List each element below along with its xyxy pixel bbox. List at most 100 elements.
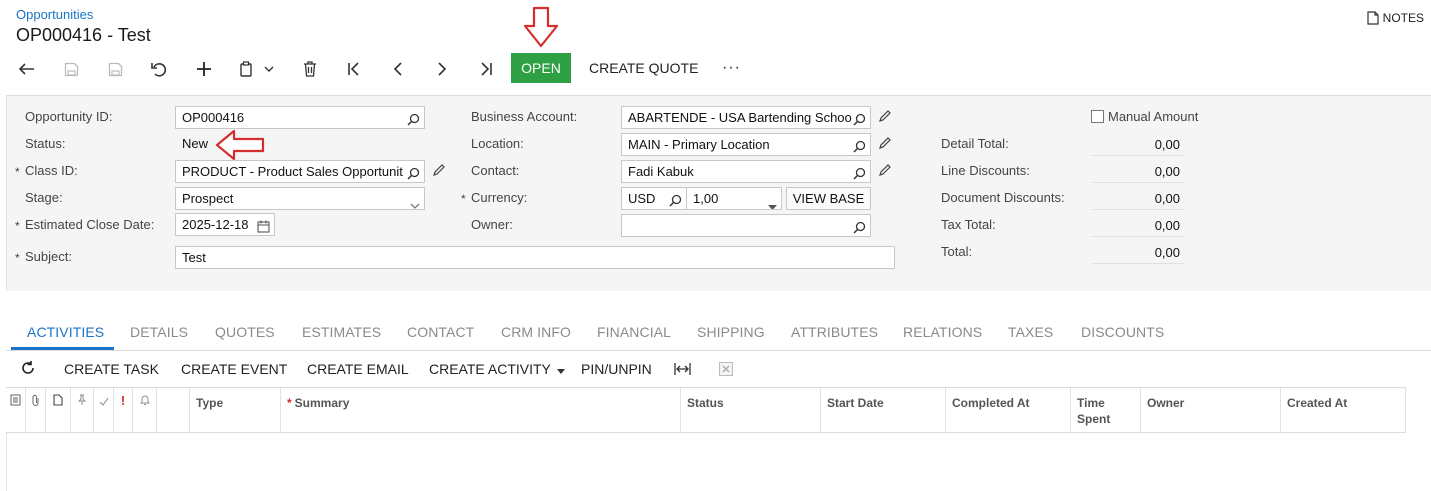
business-account-input[interactable]: ABARTENDE - USA Bartending Schoo [621,106,871,129]
business-account-label: Business Account: [471,109,578,124]
search-icon[interactable] [853,165,866,182]
last-record-icon [479,62,493,76]
checkmark-icon [99,394,109,432]
opportunity-id-input[interactable]: OP000416 [175,106,425,129]
class-id-label: Class ID: [15,160,78,183]
next-record-button[interactable] [431,55,453,83]
col-owner-header[interactable]: Owner [1141,388,1281,432]
tab-quotes[interactable]: QUOTES [215,320,275,350]
last-record-button[interactable] [475,55,497,83]
add-button[interactable] [193,55,215,83]
class-id-input[interactable]: PRODUCT - Product Sales Opportunit [175,160,425,183]
edit-location-pencil-icon[interactable] [878,136,894,152]
open-button[interactable]: OPEN [511,53,571,83]
col-priority-header[interactable]: ! [114,388,133,432]
first-record-button[interactable] [343,55,365,83]
col-completed-header[interactable] [94,388,114,432]
notes-button[interactable]: NOTES [1367,11,1424,25]
opportunity-id-label: Opportunity ID: [25,109,113,124]
exclamation-icon: ! [120,393,126,408]
tab-shipping[interactable]: SHIPPING [697,320,765,350]
tab-attributes[interactable]: ATTRIBUTES [791,320,878,350]
col-created-at-header[interactable]: Created At [1281,388,1406,432]
stage-select[interactable]: Prospect [175,187,425,210]
opportunity-id-value: OP000416 [182,110,245,125]
tab-estimates[interactable]: ESTIMATES [302,320,381,350]
owner-input[interactable] [621,214,871,237]
contact-input[interactable]: Fadi Kabuk [621,160,871,183]
breadcrumb[interactable]: Opportunities [16,7,93,22]
col-reminder-header[interactable] [133,388,157,432]
manual-amount-checkbox[interactable] [1091,110,1104,123]
note-icon [1367,11,1379,25]
delete-button[interactable] [299,55,321,83]
currency-rate-value: 1,00 [693,191,719,206]
fit-to-screen-button[interactable] [674,362,691,379]
col-type-header[interactable]: Type [190,388,281,432]
tab-crm-info[interactable]: CRM INFO [501,320,571,350]
col-time-spent-line-2: Spent [1077,412,1111,426]
undo-button[interactable] [148,55,170,83]
paperclip-icon [31,394,40,432]
refresh-button[interactable] [20,360,36,379]
detail-total-value: 0,00 [1092,134,1184,156]
create-email-button[interactable]: CREATE EMAIL [307,357,409,381]
create-task-button[interactable]: CREATE TASK [64,357,159,381]
search-icon[interactable] [669,192,682,209]
search-icon[interactable] [407,111,420,128]
save-close-icon [108,62,123,77]
search-icon[interactable] [853,138,866,155]
owner-label: Owner: [471,217,513,232]
subject-input[interactable]: Test [175,246,895,269]
search-icon[interactable] [853,111,866,128]
col-start-date-header[interactable]: Start Date [821,388,946,432]
tab-contact[interactable]: CONTACT [407,320,474,350]
col-completed-at-header[interactable]: Completed At [946,388,1071,432]
col-time-spent-header[interactable]: Time Spent [1071,388,1141,432]
caret-down-icon [768,196,777,209]
tab-details[interactable]: DETAILS [130,320,188,350]
calendar-icon[interactable] [257,218,270,235]
search-icon[interactable] [853,219,866,236]
estimated-close-date-input[interactable]: 2025-12-18 [175,213,275,236]
page-title: OP000416 - Test [16,25,151,45]
edit-class-pencil-icon[interactable] [432,163,448,179]
tab-activities[interactable]: ACTIVITIES [27,320,104,350]
pin-unpin-button[interactable]: PIN/UNPIN [581,357,652,381]
save-button[interactable] [60,55,82,83]
create-event-button[interactable]: CREATE EVENT [181,357,287,381]
save-close-button[interactable] [104,55,126,83]
export-excel-button[interactable] [719,362,733,379]
document-icon [53,394,63,432]
edit-contact-pencil-icon[interactable] [878,163,894,179]
tab-taxes[interactable]: TAXES [1008,320,1053,350]
col-status-header[interactable]: Status [681,388,821,432]
search-icon[interactable] [407,165,420,182]
col-record-icon-header[interactable] [6,388,26,432]
currency-rate-select[interactable]: 1,00 [686,187,782,210]
view-base-button[interactable]: VIEW BASE [786,187,871,210]
col-summary-header[interactable]: * Summary [281,388,681,432]
back-button[interactable] [16,55,38,83]
create-activity-button[interactable]: CREATE ACTIVITY [429,357,565,381]
col-document-header[interactable] [46,388,71,432]
total-value: 0,00 [1092,242,1184,264]
location-input[interactable]: MAIN - Primary Location [621,133,871,156]
tab-relations[interactable]: RELATIONS [903,320,982,350]
tab-discounts[interactable]: DISCOUNTS [1081,320,1164,350]
record-icon [10,394,21,432]
fit-width-icon [674,363,691,379]
currency-label: Currency: [461,187,527,210]
tab-financial[interactable]: FINANCIAL [597,320,671,350]
tax-total-label: Tax Total: [941,217,996,232]
more-button[interactable]: ··· [722,53,741,83]
currency-code-input[interactable]: USD [621,187,687,210]
create-quote-button[interactable]: CREATE QUOTE [589,53,698,83]
bell-icon [139,394,151,432]
edit-business-account-pencil-icon[interactable] [878,109,894,125]
more-icon: ··· [722,59,741,76]
col-attachment-header[interactable] [26,388,46,432]
previous-record-button[interactable] [387,55,409,83]
col-pin-header[interactable] [71,388,94,432]
copy-paste-button[interactable] [238,55,278,83]
